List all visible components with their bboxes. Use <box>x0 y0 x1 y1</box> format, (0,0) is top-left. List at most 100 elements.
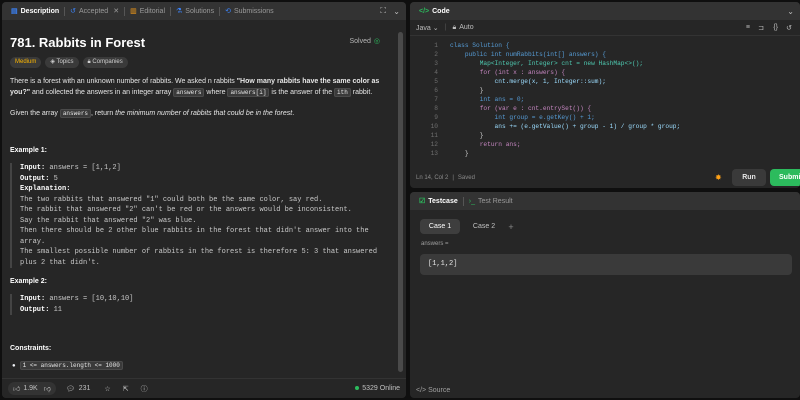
line-number: 7 <box>434 96 438 103</box>
example-1-block: Input: answers = [1,1,2] Output: 5 Expla… <box>10 163 390 268</box>
line-number: 8 <box>434 105 438 112</box>
language-select[interactable]: Java ⌄ <box>416 24 439 32</box>
code-line: for (int x : answers) { <box>450 69 566 76</box>
lock-icon: 🔒︎ <box>452 23 457 31</box>
input-value: answers = [10,10,10] <box>45 295 134 303</box>
tab-description-label: Description <box>20 7 60 15</box>
inline-code: answers[i] <box>227 88 270 97</box>
code-line: return ans; <box>450 141 521 148</box>
problem-tags: Medium ◈ Topics 🔒︎ Companies <box>10 57 128 68</box>
example-output: Output: 11 <box>20 305 390 316</box>
solved-label: Solved <box>349 38 371 45</box>
mode-label[interactable]: Auto <box>459 24 473 31</box>
divider: | <box>452 175 454 181</box>
checkbox-icon: ☑ <box>419 198 426 205</box>
desc-text: There is a forest with an unknown number… <box>10 78 237 85</box>
line-number: 2 <box>434 51 438 58</box>
line-number: 12 <box>430 141 438 148</box>
like-button[interactable]: 👍︎ 1.9K 👎︎ <box>8 382 56 395</box>
braces-icon[interactable]: {} <box>773 24 778 31</box>
tab-submissions-label: Submissions <box>233 7 274 15</box>
companies-tag[interactable]: 🔒︎ Companies <box>82 57 128 68</box>
difficulty-badge: Medium <box>10 57 42 68</box>
code-panel: </> Code ⌄ Java ⌄ | 🔒︎ Auto ≡ ⊐ {} ↺ 1 2… <box>410 2 800 188</box>
explanation-line: plus 2 that didn't. <box>20 258 100 267</box>
doc-icon: ▤ <box>11 8 18 15</box>
variable-label: answers = <box>421 241 449 247</box>
topics-tag[interactable]: ◈ Topics <box>45 57 79 68</box>
variable-input[interactable]: [1,1,2] <box>420 254 792 275</box>
description-panel: ▤ Description ↺ Accepted ✕ ▥ Editorial ⚗… <box>2 2 406 398</box>
expand-icon[interactable]: ⛶ <box>380 6 386 16</box>
desc-text: , return <box>91 110 116 117</box>
testcase-panel: ☑ Testcase ›_ Test Result Case 1 Case 2 … <box>410 192 800 398</box>
line-number: 5 <box>434 78 438 85</box>
left-tabbar: ▤ Description ↺ Accepted ✕ ▥ Editorial ⚗… <box>2 2 406 20</box>
tab-accepted[interactable]: ↺ Accepted ✕ <box>65 2 124 20</box>
source-link[interactable]: </> Source <box>416 387 450 394</box>
tab-submissions[interactable]: ⟲ Submissions <box>220 2 279 20</box>
case-2-tab[interactable]: Case 2 <box>464 219 504 234</box>
example-2-block: Input: answers = [10,10,10] Output: 11 <box>10 294 390 315</box>
tab-code[interactable]: </> Code <box>414 2 455 20</box>
problem-paragraph-1: There is a forest with an unknown number… <box>10 76 388 98</box>
reset-icon[interactable]: ↺ <box>786 24 792 32</box>
code-line: class Solution { <box>450 42 510 49</box>
tab-solutions[interactable]: ⚗ Solutions <box>171 2 219 20</box>
test-result-label: Test Result <box>477 197 513 205</box>
tab-description[interactable]: ▤ Description <box>6 2 64 20</box>
input-label: Input: <box>20 164 46 172</box>
example-input: Input: answers = [10,10,10] <box>20 294 390 305</box>
submit-button[interactable]: Submit <box>770 169 800 186</box>
star-icon[interactable]: ☆ <box>104 385 110 393</box>
explanation-line: array. <box>20 237 46 246</box>
tab-test-result[interactable]: ›_ Test Result <box>464 192 518 210</box>
line-number: 11 <box>430 132 438 139</box>
thumbs-down-icon[interactable]: 👎︎ <box>44 384 51 393</box>
code-toolbar: Java ⌄ | 🔒︎ Auto ≡ ⊐ {} ↺ <box>410 20 800 36</box>
explanation-line: The smallest possible number of rabbits … <box>20 248 378 256</box>
chevron-down-icon[interactable]: ⌄ <box>787 7 794 16</box>
test-tabbar: ☑ Testcase ›_ Test Result <box>410 192 800 210</box>
tab-testcase[interactable]: ☑ Testcase <box>414 192 463 210</box>
tab-editorial[interactable]: ▥ Editorial <box>125 2 170 20</box>
example-1-heading: Example 1: <box>10 147 47 154</box>
close-icon[interactable]: ✕ <box>113 7 119 15</box>
input-value: answers = [1,1,2] <box>45 164 121 172</box>
line-number: 9 <box>434 114 438 121</box>
add-case-button[interactable]: + <box>504 219 518 234</box>
share-icon[interactable]: ⇱ <box>123 385 129 393</box>
example-input: Input: answers = [1,1,2] <box>20 163 390 174</box>
tab-solutions-label: Solutions <box>185 7 215 15</box>
output-value: 11 <box>49 305 63 314</box>
companies-label: Companies <box>92 59 123 65</box>
code-line: public int numRabbits(int[] answers) { <box>450 51 606 58</box>
case-1-tab[interactable]: Case 1 <box>420 219 460 234</box>
variable-value: [1,1,2] <box>428 260 458 268</box>
code-editor[interactable]: 1 2 3 4 5 6 7 8 9 10 11 12 13 class Solu… <box>410 38 800 168</box>
desc-text: and collected the answers in an integer … <box>30 89 174 96</box>
code-icon: </> <box>419 7 430 15</box>
code-line: } <box>450 87 484 94</box>
run-button[interactable]: Run <box>732 169 766 186</box>
explanation-line: Then there should be 2 other blue rabbit… <box>20 227 369 235</box>
explanation-line: The two rabbits that answered "1" could … <box>20 195 323 204</box>
line-number: 10 <box>430 123 438 130</box>
code-tab-label: Code <box>432 7 450 15</box>
history-icon: ↺ <box>70 8 77 15</box>
problem-paragraph-2: Given the array answers, return the mini… <box>10 108 388 119</box>
comment-icon[interactable]: 💬︎ <box>66 385 75 393</box>
tab-editorial-label: Editorial <box>139 7 165 15</box>
online-count: 5329 Online <box>362 385 400 392</box>
left-footer: 👍︎ 1.9K 👎︎ 💬︎ 231 ☆ ⇱ ⓘ 5329 Online <box>2 378 406 398</box>
help-icon[interactable]: ⓘ <box>141 384 148 394</box>
chevron-down-icon[interactable]: ⌄ <box>393 7 400 16</box>
debug-icon[interactable]: ✸ <box>715 173 722 182</box>
scrollbar[interactable] <box>398 32 403 372</box>
thumbs-up-icon: 👍︎ <box>13 386 21 393</box>
line-number: 1 <box>434 42 438 49</box>
format-icon[interactable]: ≡ <box>746 24 750 31</box>
input-label: Input: <box>20 295 46 303</box>
bookmark-icon[interactable]: ⊐ <box>758 24 764 32</box>
code-line: for (var e : cnt.entrySet()) { <box>450 105 592 112</box>
